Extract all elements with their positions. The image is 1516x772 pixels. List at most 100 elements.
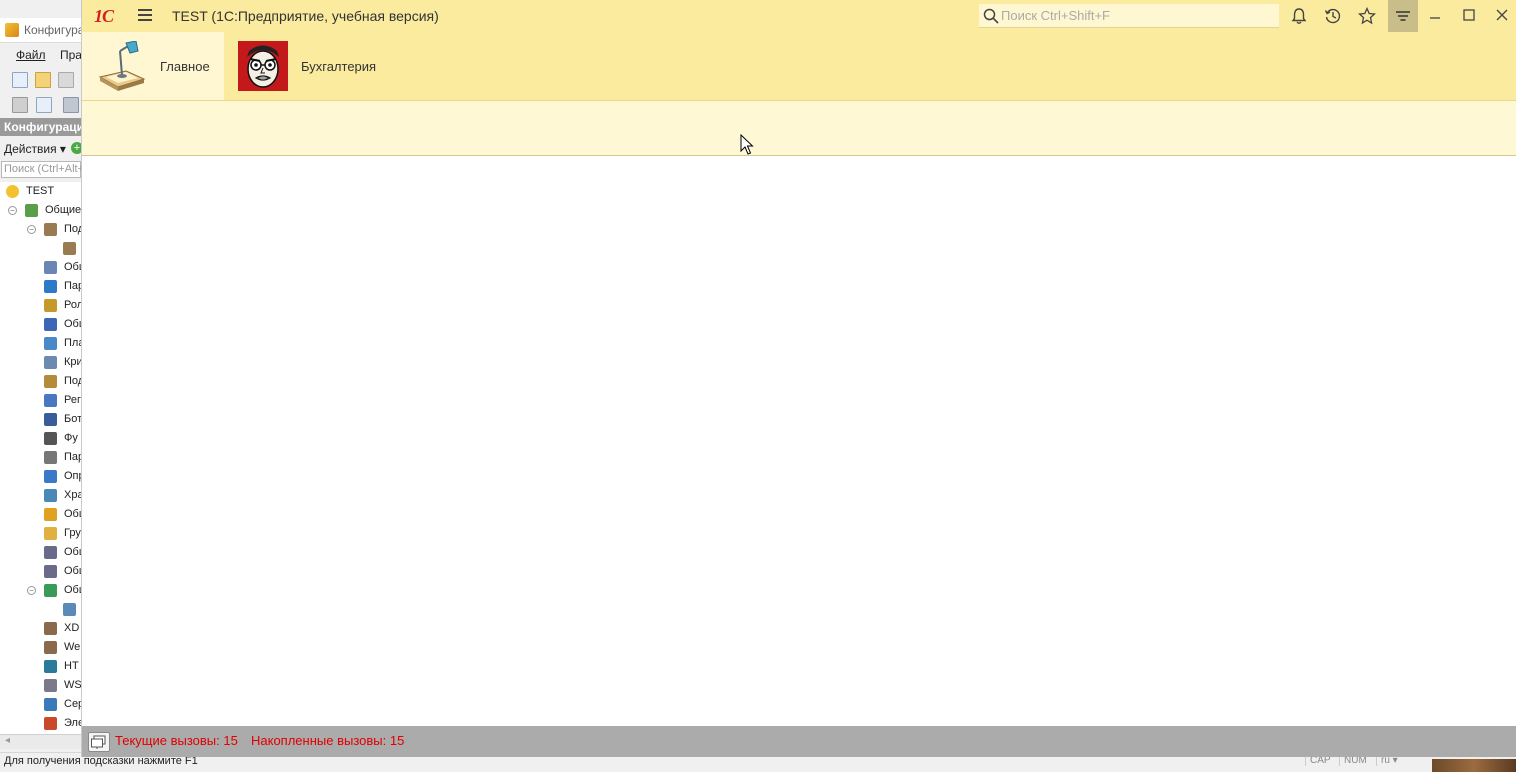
configuration-search-placeholder: Поиск (Ctrl+Alt+ xyxy=(4,163,84,175)
title-bar: 1С TEST (1С:Предприятие, учебная версия) xyxy=(82,0,1516,32)
bell-icon xyxy=(1291,8,1307,24)
close-icon xyxy=(1496,9,1508,21)
bots-icon xyxy=(44,413,57,426)
tree-item[interactable]: − Общие xyxy=(0,201,82,220)
tree-horizontal-scrollbar[interactable]: ◂ xyxy=(0,734,82,749)
tree-item-label: Бот xyxy=(64,413,83,425)
tree-item[interactable]: Эле xyxy=(0,714,84,733)
designer-app-icon xyxy=(5,23,19,37)
event-subscriptions-icon xyxy=(44,375,57,388)
tree-item[interactable]: Рег xyxy=(0,391,82,410)
tree-item[interactable]: − Под xyxy=(0,220,84,239)
tree-item[interactable]: Общ xyxy=(0,505,88,524)
tree-item[interactable]: Общ xyxy=(0,315,88,334)
section-accounting-label: Бухгалтерия xyxy=(301,59,377,74)
designer-toolbar-2 xyxy=(0,94,82,116)
maximize-button[interactable] xyxy=(1458,4,1482,28)
tree-item-label: TEST xyxy=(26,185,55,197)
enterprise-window: 1С TEST (1С:Предприятие, учебная версия) xyxy=(82,0,1516,757)
tree-item-label: Фу xyxy=(64,432,78,444)
module-icon[interactable] xyxy=(12,97,28,113)
tree-item[interactable]: Под xyxy=(0,372,84,391)
tree-item[interactable]: Фу xyxy=(0,429,82,448)
tree-item[interactable]: XD xyxy=(0,619,82,638)
tree-item[interactable]: Гру xyxy=(0,524,82,543)
mouse-cursor-icon xyxy=(740,134,754,155)
common-attributes-icon xyxy=(44,318,57,331)
new-file-icon[interactable] xyxy=(12,72,28,88)
filter-criteria-icon xyxy=(44,356,57,369)
main-menu-icon[interactable] xyxy=(138,9,152,21)
common-icon xyxy=(25,204,38,217)
save-file-icon[interactable] xyxy=(58,72,74,88)
tree-item[interactable]: Кри xyxy=(0,353,83,372)
xdto-icon xyxy=(44,622,57,635)
tree-item[interactable]: Бот xyxy=(0,410,82,429)
tree-item[interactable]: Опр xyxy=(0,467,85,486)
section-main[interactable]: Главное xyxy=(82,32,224,100)
tree-item-label: XD xyxy=(64,622,80,634)
configuration-actions-bar: Действия ▾ + xyxy=(0,140,83,158)
minimize-button[interactable] xyxy=(1424,4,1448,28)
open-file-icon[interactable] xyxy=(35,72,51,88)
actions-label: Действия xyxy=(4,142,57,156)
tree-item[interactable]: Пар xyxy=(0,277,84,296)
subsystems-icon xyxy=(44,223,57,236)
tree-item[interactable]: Рол xyxy=(0,296,84,315)
tree-item-label: Гру xyxy=(64,527,81,539)
collapse-icon[interactable]: − xyxy=(27,586,36,595)
tree-item[interactable]: Пла xyxy=(0,334,84,353)
actions-menu-button[interactable]: Действия ▾ xyxy=(4,142,66,156)
designer-menu-bar: Файл Прав xyxy=(0,45,88,65)
global-search-input[interactable] xyxy=(1001,6,1271,24)
tree-item[interactable]: Пар xyxy=(0,448,84,467)
tree-item[interactable]: Общ xyxy=(0,543,88,562)
minimize-icon xyxy=(1430,17,1440,19)
section-main-label: Главное xyxy=(160,59,210,74)
ws-links-icon xyxy=(44,679,57,692)
command-groups-icon xyxy=(44,527,57,540)
collapse-icon[interactable]: − xyxy=(27,225,36,234)
database-icon[interactable] xyxy=(63,97,79,113)
scroll-left-icon[interactable]: ◂ xyxy=(5,735,10,746)
configuration-tree: TEST − Общие − Под Общ Пар Рол Общ Пла Кри Под Рег Бо… xyxy=(0,182,88,734)
tree-item[interactable]: WS xyxy=(0,676,82,695)
form-icon[interactable] xyxy=(36,97,52,113)
tree-item-label: WS xyxy=(64,679,82,691)
tree-item[interactable]: HT xyxy=(0,657,82,676)
history-button[interactable] xyxy=(1321,4,1345,28)
notifications-button[interactable] xyxy=(1287,4,1311,28)
defined-types-icon xyxy=(44,470,57,483)
settings-menu-icon xyxy=(1396,11,1410,21)
section-accounting[interactable]: Бухгалтерия xyxy=(238,32,398,100)
history-icon xyxy=(1324,8,1341,24)
tree-item[interactable]: Общ xyxy=(0,562,88,581)
common-commands-icon xyxy=(44,508,57,521)
collapse-icon[interactable]: − xyxy=(8,206,17,215)
picture-icon xyxy=(63,603,76,616)
close-button[interactable] xyxy=(1491,4,1515,28)
tree-item[interactable] xyxy=(0,239,82,258)
tree-item[interactable]: Общ xyxy=(0,258,88,277)
configuration-panel-title: Конфигурация xyxy=(4,120,92,134)
configuration-search-field[interactable]: Поиск (Ctrl+Alt+ xyxy=(1,161,84,178)
window-title: TEST (1С:Предприятие, учебная версия) xyxy=(172,8,439,24)
settings-menu-button[interactable] xyxy=(1388,0,1418,32)
performance-settings-button[interactable] xyxy=(88,732,110,752)
current-calls-counter: Текущие вызовы: 15 xyxy=(115,733,238,748)
tree-item[interactable]: − Общ xyxy=(0,581,88,600)
tree-item[interactable]: TEST xyxy=(0,182,82,201)
menu-file[interactable]: Файл xyxy=(16,48,46,62)
favorites-button[interactable] xyxy=(1355,4,1379,28)
tree-item[interactable] xyxy=(0,600,82,619)
tree-item[interactable]: We xyxy=(0,638,82,657)
performance-bar: Текущие вызовы: 15 Накопленные вызовы: 1… xyxy=(82,726,1516,757)
sections-panel: Главное Бухгалтерия xyxy=(82,32,1516,101)
style-items-icon xyxy=(44,717,57,730)
tree-item-label: Рол xyxy=(64,299,84,311)
tree-item[interactable]: Сер xyxy=(0,695,84,714)
dropdown-arrow-icon: ▾ xyxy=(59,142,66,156)
tree-item[interactable]: Хра xyxy=(0,486,84,505)
global-search xyxy=(979,4,1279,28)
common-forms-icon xyxy=(44,546,57,559)
